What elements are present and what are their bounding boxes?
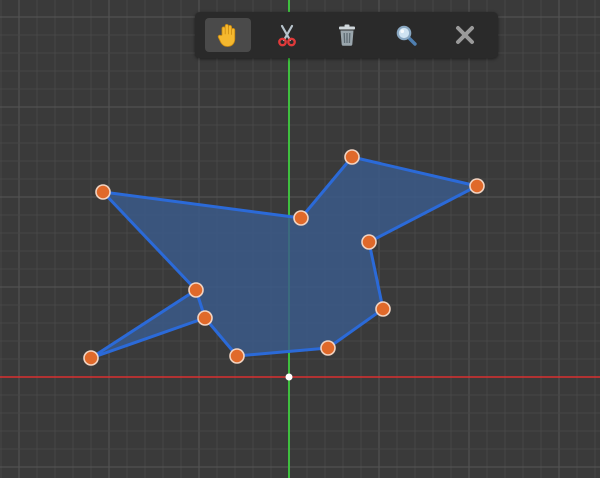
trash-tool-button[interactable] [324, 18, 370, 52]
scissors-icon [278, 24, 297, 47]
toolbar [195, 12, 498, 58]
hand-tool-button[interactable] [205, 18, 251, 52]
canvas-viewport[interactable] [0, 0, 600, 478]
polygon-vertex-handle[interactable] [95, 184, 111, 200]
polygon-vertex-handle[interactable] [229, 348, 245, 364]
hand-icon [217, 24, 236, 47]
close-x-icon [456, 26, 474, 44]
polygon-vertex-handle[interactable] [469, 178, 485, 194]
origin-point [285, 373, 293, 381]
polygon-vertex-handle[interactable] [197, 310, 213, 326]
polygon-vertex-handle[interactable] [320, 340, 336, 356]
polygon-vertex-handle[interactable] [375, 301, 391, 317]
polygon-vertex-handle[interactable] [83, 350, 99, 366]
polygon-vertex-handle[interactable] [344, 149, 360, 165]
polygon-vertex-handle[interactable] [361, 234, 377, 250]
zoom-tool-button[interactable] [383, 18, 429, 52]
close-tool-button[interactable] [442, 18, 488, 52]
polygon-vertex-handle[interactable] [293, 210, 309, 226]
trash-icon [338, 24, 355, 46]
drawing-canvas[interactable] [0, 0, 600, 478]
polygon-vertex-handle[interactable] [188, 282, 204, 298]
scissors-tool-button[interactable] [264, 18, 310, 52]
polygon-shape[interactable] [89, 155, 479, 360]
magnifier-icon [396, 25, 417, 46]
